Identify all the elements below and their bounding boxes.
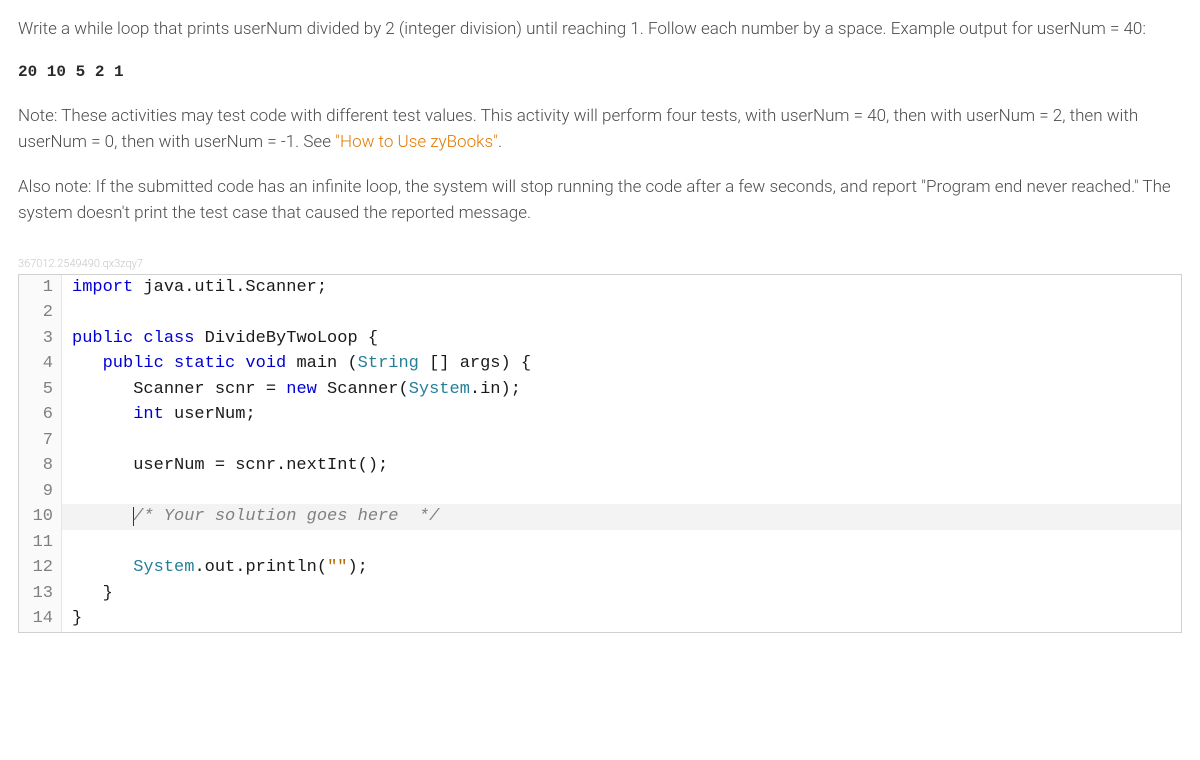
prompt-paragraph-2: Note: These activities may test code wit… bbox=[18, 103, 1182, 156]
code-line[interactable]: } bbox=[62, 581, 1181, 607]
code-line[interactable] bbox=[62, 428, 1181, 454]
code-row[interactable]: 5 Scanner scnr = new Scanner(System.in); bbox=[19, 377, 1181, 403]
code-row[interactable]: 1import java.util.Scanner; bbox=[19, 275, 1181, 301]
code-line[interactable]: userNum = scnr.nextInt(); bbox=[62, 453, 1181, 479]
code-row[interactable]: 8 userNum = scnr.nextInt(); bbox=[19, 453, 1181, 479]
line-number: 11 bbox=[19, 530, 62, 556]
line-number: 14 bbox=[19, 606, 62, 632]
line-number: 8 bbox=[19, 453, 62, 479]
solution-placeholder-row[interactable]: 10 /* Your solution goes here */ bbox=[19, 504, 1181, 530]
code-line[interactable]: public static void main (String [] args)… bbox=[62, 351, 1181, 377]
trace-id: 367012.2549490.qx3zqy7 bbox=[18, 255, 1182, 272]
code-row[interactable]: 13 } bbox=[19, 581, 1181, 607]
code-line[interactable]: /* Your solution goes here */ bbox=[62, 504, 1181, 530]
code-row[interactable]: 6 int userNum; bbox=[19, 402, 1181, 428]
line-number: 9 bbox=[19, 479, 62, 505]
code-line[interactable]: public class DivideByTwoLoop { bbox=[62, 326, 1181, 352]
prompt-paragraph-3: Also note: If the submitted code has an … bbox=[18, 174, 1182, 227]
code-line[interactable]: Scanner scnr = new Scanner(System.in); bbox=[62, 377, 1181, 403]
line-number: 12 bbox=[19, 555, 62, 581]
code-line[interactable]: import java.util.Scanner; bbox=[62, 275, 1181, 301]
line-number: 2 bbox=[19, 300, 62, 326]
code-row[interactable]: 7 bbox=[19, 428, 1181, 454]
code-row[interactable]: 9 bbox=[19, 479, 1181, 505]
line-number: 10 bbox=[19, 504, 62, 530]
zybooks-link[interactable]: "How to Use zyBooks" bbox=[335, 132, 498, 152]
line-number: 6 bbox=[19, 402, 62, 428]
code-line[interactable] bbox=[62, 300, 1181, 326]
code-row[interactable]: 14} bbox=[19, 606, 1181, 632]
code-line[interactable]: } bbox=[62, 606, 1181, 632]
problem-instructions: Write a while loop that prints userNum d… bbox=[18, 16, 1182, 227]
line-number: 13 bbox=[19, 581, 62, 607]
line-number: 4 bbox=[19, 351, 62, 377]
code-row[interactable]: 2 bbox=[19, 300, 1181, 326]
line-number: 7 bbox=[19, 428, 62, 454]
line-number: 1 bbox=[19, 275, 62, 301]
code-editor[interactable]: 1import java.util.Scanner;2 3public clas… bbox=[18, 274, 1182, 633]
code-row[interactable]: 3public class DivideByTwoLoop { bbox=[19, 326, 1181, 352]
example-output: 20 10 5 2 1 bbox=[18, 60, 1182, 85]
line-number: 3 bbox=[19, 326, 62, 352]
code-row[interactable]: 4 public static void main (String [] arg… bbox=[19, 351, 1181, 377]
code-row[interactable]: 12 System.out.println(""); bbox=[19, 555, 1181, 581]
code-line[interactable] bbox=[62, 479, 1181, 505]
code-line[interactable]: int userNum; bbox=[62, 402, 1181, 428]
line-number: 5 bbox=[19, 377, 62, 403]
code-line[interactable]: System.out.println(""); bbox=[62, 555, 1181, 581]
code-row[interactable]: 11 bbox=[19, 530, 1181, 556]
code-line[interactable] bbox=[62, 530, 1181, 556]
prompt-paragraph-1: Write a while loop that prints userNum d… bbox=[18, 16, 1182, 42]
